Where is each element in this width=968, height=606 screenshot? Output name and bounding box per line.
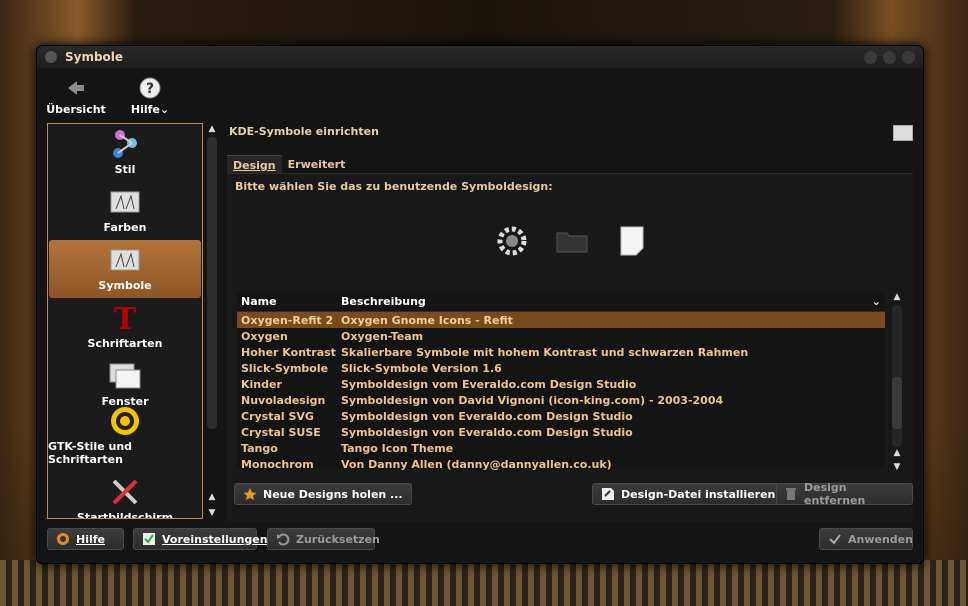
sidebar-scrollbar[interactable]: ▲ ▲ ▼ [205, 123, 219, 521]
undo-icon [276, 532, 290, 546]
star-icon [243, 487, 257, 501]
install-theme-file-button[interactable]: Design-Datei installieren ... [592, 483, 801, 505]
colors-icon [108, 187, 142, 217]
help-lifebuoy-icon [56, 532, 70, 546]
icon-theme-list[interactable]: Name Beschreibung⌄ Oxygen-Refit 2 ...Oxy… [237, 291, 885, 472]
help-menu-label: Hilfe [130, 102, 160, 116]
icons-page-icon [893, 125, 913, 141]
chevron-down-icon: ⌄ [871, 294, 881, 308]
reset-button[interactable]: Zurücksetzen [267, 528, 380, 550]
sidebar-item-label: Schriftarten [87, 337, 163, 350]
table-row[interactable]: Nuvoladesign Symboldesign von David Vigno… [237, 392, 885, 408]
list-scrollbar[interactable]: ▲ ▲ ▼ [890, 291, 904, 473]
app-icon[interactable] [45, 51, 57, 63]
column-header-name[interactable]: Name [237, 291, 337, 312]
sidebar-item-style[interactable]: Stil [48, 124, 202, 182]
icon-preview [495, 224, 649, 258]
defaults-icon [142, 532, 156, 546]
install-file-icon [601, 487, 615, 501]
tab-design[interactable]: Design [227, 155, 282, 175]
table-row[interactable]: Kinder Symboldesign vom Everaldo.com Desi… [237, 376, 885, 392]
table-row[interactable]: Hoher Kontrast...Skalierbare Symbole mit… [237, 344, 885, 360]
minimize-icon[interactable] [864, 50, 877, 64]
title-bar[interactable]: Symbole [37, 46, 923, 68]
sidebar: Stil Farben Symbole T Schriftarten Fenst… [47, 123, 203, 519]
column-header-description[interactable]: Beschreibung ⌄ [337, 291, 885, 312]
toolbar: Übersicht ? Hilfe⌄ [37, 68, 923, 124]
apply-button[interactable]: Anwenden [819, 528, 913, 550]
table-row[interactable]: Crystal SUSE Symboldesign von Everaldo.co… [237, 424, 885, 440]
sidebar-item-label: Farben [103, 221, 147, 234]
tools-icon [108, 477, 142, 507]
design-panel: Bitte wählen Sie das zu benutzende Symbo… [227, 173, 913, 522]
folder-icon [555, 224, 589, 258]
sidebar-item-splash[interactable]: Startbildschirm [48, 472, 202, 519]
sidebar-item-fonts[interactable]: T Schriftarten [48, 298, 202, 356]
prompt-text: Bitte wählen Sie das zu benutzende Symbo… [235, 180, 553, 193]
window-title: Symbole [65, 50, 124, 64]
settings-window: Symbole Übersicht ? Hilfe⌄ Stil Farben S… [36, 45, 924, 564]
back-arrow-icon [65, 77, 87, 99]
main-content: KDE-Symbole einrichten Design Erweitert … [227, 123, 913, 522]
svg-text:?: ? [146, 81, 154, 97]
defaults-button[interactable]: Voreinstellungen [133, 528, 268, 550]
remove-theme-button[interactable]: Design entfernen [776, 481, 913, 507]
sidebar-item-label: Symbole [98, 279, 152, 292]
gear-icon [495, 224, 529, 258]
scroll-up-icon[interactable]: ▲ [205, 491, 219, 503]
get-new-themes-button[interactable]: Neue Designs holen ... [234, 483, 412, 505]
table-row[interactable]: Tango Tango Icon Theme [237, 440, 885, 456]
gtk-icon [108, 406, 142, 436]
table-row[interactable]: Oxygen-Refit 2 ...Oxygen Gnome Icons - R… [237, 311, 885, 328]
sidebar-item-gtk[interactable]: GTK-Stile und Schriftarten [48, 407, 202, 472]
sidebar-item-label: Stil [114, 163, 136, 176]
icons-icon [108, 245, 142, 275]
style-icon [108, 129, 142, 159]
svg-text:T: T [114, 303, 137, 333]
close-icon[interactable] [902, 50, 915, 64]
tab-advanced[interactable]: Erweitert [282, 155, 352, 175]
overview-label: Übersicht [46, 102, 106, 116]
sidebar-item-label: GTK-Stile und Schriftarten [48, 440, 133, 466]
overview-button[interactable]: Übersicht [46, 68, 106, 124]
sidebar-item-colors[interactable]: Farben [48, 182, 202, 240]
scroll-down-icon[interactable]: ▼ [205, 507, 219, 519]
table-row[interactable]: Crystal SVG Symboldesign von Everaldo.com… [237, 408, 885, 424]
scroll-thumb[interactable] [892, 377, 902, 429]
help-menu-button[interactable]: ? Hilfe⌄ [121, 68, 179, 124]
page-title: KDE-Symbole einrichten [229, 125, 379, 138]
table-row[interactable]: Monochrom Von Danny Allen (danny@dannyall… [237, 456, 885, 472]
table-row[interactable]: Slick-Symbole Slick-Symbole Version 1.6 [237, 360, 885, 376]
maximize-icon[interactable] [883, 50, 896, 64]
windows-icon [108, 361, 142, 391]
table-header: Name Beschreibung ⌄ [237, 291, 885, 312]
sidebar-item-icons[interactable]: Symbole [49, 240, 201, 298]
scroll-track[interactable] [207, 137, 217, 429]
table-row[interactable]: Oxygen Oxygen-Team [237, 328, 885, 344]
trash-icon [785, 487, 798, 501]
chevron-down-icon: ⌄ [159, 102, 170, 116]
fonts-icon: T [108, 303, 142, 333]
scroll-down-icon[interactable]: ▼ [890, 461, 904, 473]
help-button[interactable]: Hilfe [47, 528, 124, 550]
checkmark-icon [828, 532, 842, 546]
scroll-up-icon[interactable]: ▲ [890, 291, 904, 303]
scroll-up-icon[interactable]: ▲ [890, 447, 904, 459]
tab-bar: Design Erweitert [227, 155, 351, 175]
sidebar-item-label: Startbildschirm [76, 511, 174, 519]
scroll-up-icon[interactable]: ▲ [205, 123, 219, 135]
wallpaper-rails [0, 560, 968, 606]
help-icon: ? [139, 77, 161, 99]
document-icon [615, 224, 649, 258]
